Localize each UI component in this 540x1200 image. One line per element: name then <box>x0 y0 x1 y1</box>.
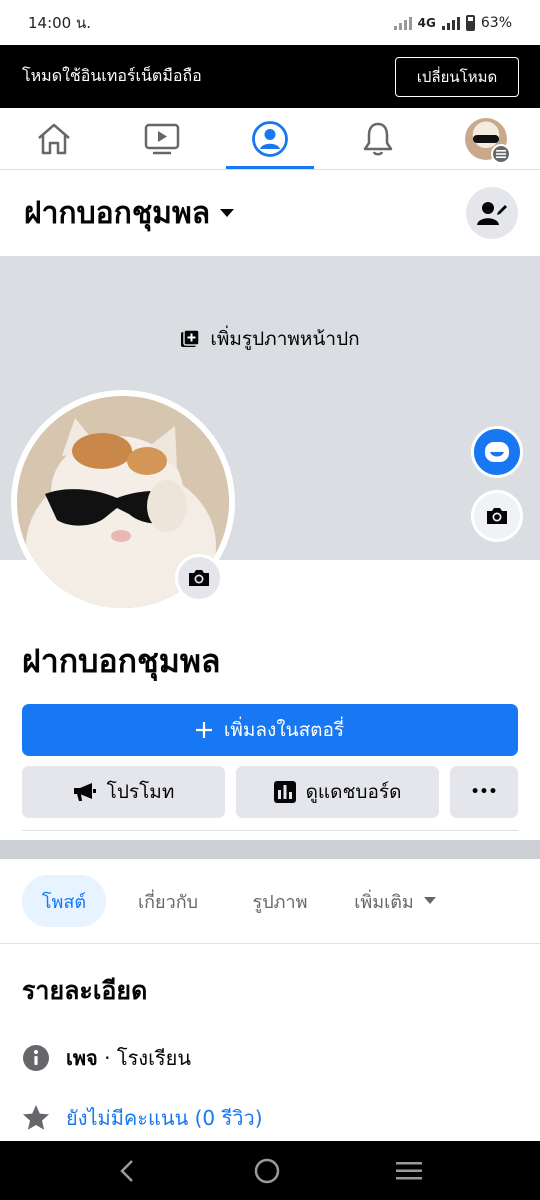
page-header: ฝากบอกชุมพล <box>0 170 540 256</box>
nav-watch[interactable] <box>108 108 216 169</box>
star-icon <box>23 1105 49 1130</box>
profile-tabs: โพสต์ เกี่ยวกับ รูปภาพ เพิ่มเติม <box>22 874 522 928</box>
home-circle-icon[interactable] <box>254 1158 280 1184</box>
bar-chart-icon <box>273 781 296 803</box>
menu-avatar <box>465 117 511 164</box>
page-switcher-label: ฝากบอกชุมพล <box>24 195 211 231</box>
nav-profile[interactable] <box>216 108 324 169</box>
more-options-button[interactable]: ••• <box>450 766 518 818</box>
tab-about[interactable]: เกี่ยวกับ <box>106 875 230 927</box>
caret-down-icon <box>423 897 436 904</box>
page-title: ฝากบอกชุมพล <box>22 642 221 680</box>
dashboard-button[interactable]: ดูแดชบอร์ด <box>236 766 439 818</box>
rating-link[interactable]: ยังไม่มีคะแนน (0 รีวิว) <box>66 1102 263 1134</box>
tab-photos[interactable]: รูปภาพ <box>230 875 330 927</box>
add-to-story-button[interactable]: เพิ่มลงในสตอรี่ <box>22 704 518 756</box>
cover-camera-button[interactable] <box>471 490 523 542</box>
section-divider <box>0 840 540 859</box>
info-icon <box>23 1045 49 1071</box>
promote-label: โปรโมท <box>106 781 175 803</box>
home-icon <box>38 123 70 154</box>
detail-category-row: เพจ · โรงเรียน <box>22 1042 191 1074</box>
promote-button[interactable]: โปรโมท <box>22 766 225 818</box>
more-dots-icon: ••• <box>470 784 498 800</box>
edit-profile-button[interactable] <box>466 187 518 239</box>
detail-rating-row[interactable]: ยังไม่มีคะแนน (0 รีวิว) <box>22 1102 263 1134</box>
detail-category: · โรงเรียน <box>104 1046 192 1070</box>
battery-level: 63% <box>480 14 512 31</box>
details-heading: รายละเอียด <box>22 976 148 1005</box>
detail-page-label: เพจ <box>66 1046 98 1070</box>
hamburger-icon <box>491 143 511 164</box>
nav-menu[interactable] <box>432 108 540 169</box>
sunglasses-icon <box>473 134 499 143</box>
avatar-button[interactable] <box>471 426 523 478</box>
person-edit-icon <box>477 202 507 225</box>
add-cover-label: เพิ่มรูปภาพหน้าปก <box>210 328 360 350</box>
add-to-story-label: เพิ่มลงในสตอรี่ <box>223 719 345 741</box>
page-switcher[interactable]: ฝากบอกชุมพล <box>24 190 235 237</box>
tab-more[interactable]: เพิ่มเติม <box>330 875 460 927</box>
plus-icon <box>195 722 212 738</box>
battery-icon <box>465 14 475 31</box>
recent-apps-icon[interactable] <box>396 1161 422 1181</box>
watch-icon <box>144 123 180 154</box>
status-bar: 14:00 น. 4G 63% <box>0 0 540 45</box>
signal-strength-icon <box>441 16 460 30</box>
top-nav <box>0 108 540 170</box>
status-icons: 4G 63% <box>393 14 512 31</box>
add-cover-photo[interactable]: เพิ่มรูปภาพหน้าปก <box>0 324 540 354</box>
profile-camera-button[interactable] <box>175 554 223 602</box>
tab-more-label: เพิ่มเติม <box>354 891 414 913</box>
data-mode-banner: โหมดใช้อินเทอร์เน็ตมือถือ เปลี่ยนโหมด <box>0 45 540 108</box>
add-photo-icon <box>181 329 201 347</box>
camera-icon <box>487 508 507 524</box>
signal-icon <box>393 16 412 30</box>
dashboard-label: ดูแดชบอร์ด <box>305 781 402 803</box>
divider <box>22 830 518 831</box>
nav-home[interactable] <box>0 108 108 169</box>
nav-notifications[interactable] <box>324 108 432 169</box>
switch-mode-button[interactable]: เปลี่ยนโหมด <box>395 56 519 97</box>
caret-down-icon <box>220 208 235 217</box>
mode-banner-text: โหมดใช้อินเทอร์เน็ตมือถือ <box>22 66 202 85</box>
profile-icon <box>252 120 288 157</box>
bell-icon <box>363 122 393 155</box>
avatar-face-icon <box>485 442 509 462</box>
back-icon[interactable] <box>118 1159 138 1183</box>
network-type: 4G <box>417 15 436 30</box>
status-time: 14:00 น. <box>28 13 92 32</box>
tab-posts[interactable]: โพสต์ <box>22 875 106 927</box>
tabs-divider <box>0 943 540 944</box>
megaphone-icon <box>73 783 96 801</box>
system-nav-bar <box>0 1141 540 1200</box>
camera-icon <box>189 570 209 586</box>
